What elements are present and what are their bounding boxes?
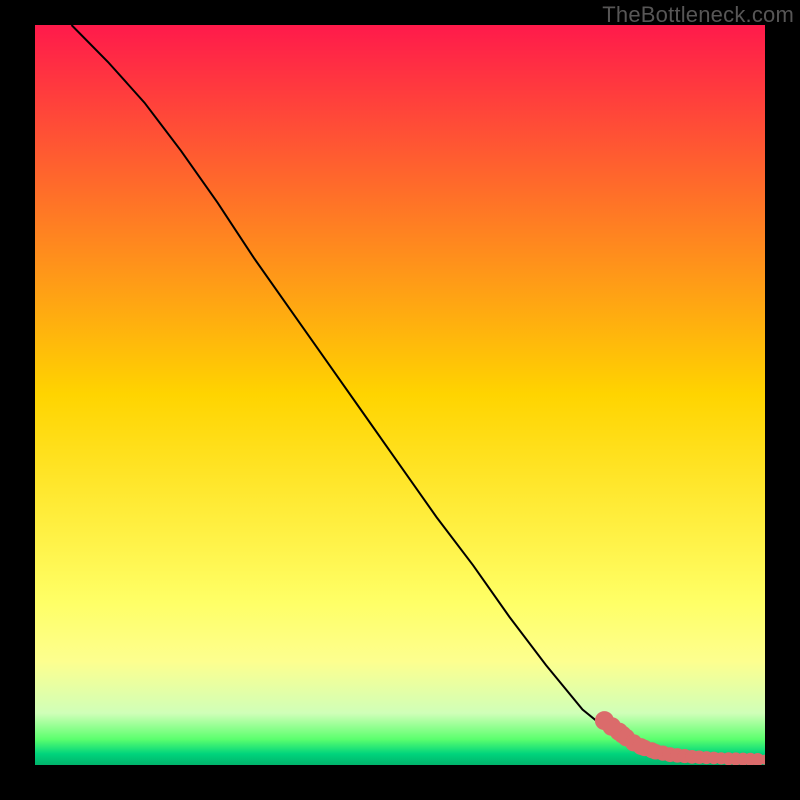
plot-svg	[35, 25, 765, 765]
gradient-background	[35, 25, 765, 765]
plot-area	[35, 25, 765, 765]
chart-frame: TheBottleneck.com	[0, 0, 800, 800]
